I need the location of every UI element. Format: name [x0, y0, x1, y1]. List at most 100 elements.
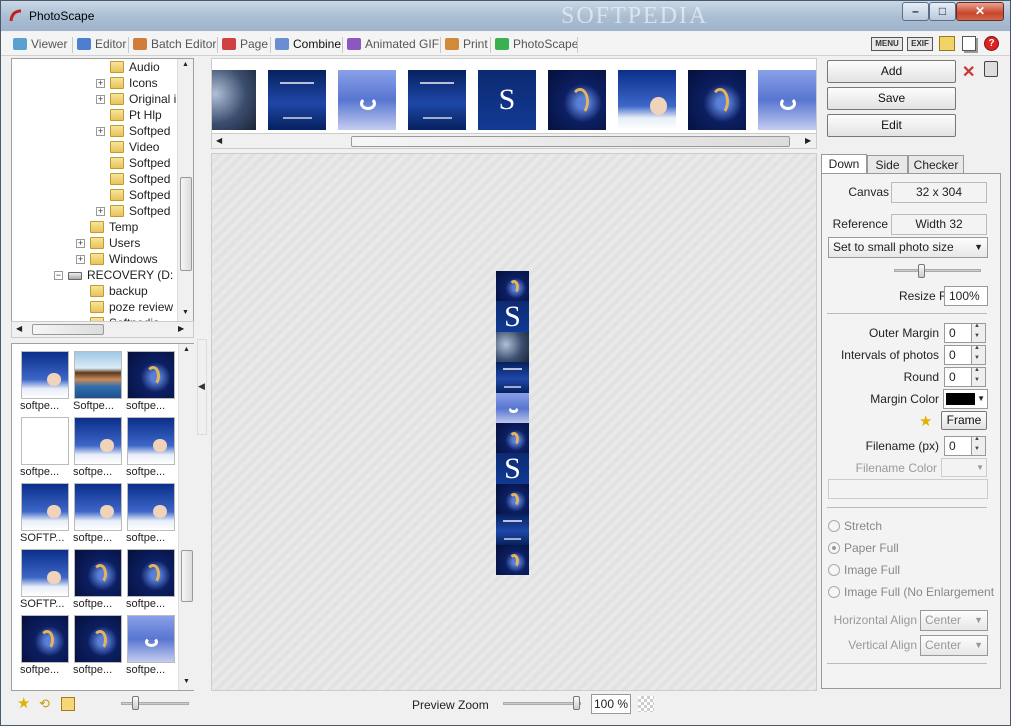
filename-input[interactable]: 0: [944, 436, 972, 456]
strip-photo[interactable]: S: [478, 70, 536, 130]
trash-icon[interactable]: [984, 61, 998, 77]
add-button[interactable]: Add: [827, 60, 956, 83]
preview-zoom-slider-track[interactable]: [503, 702, 581, 705]
tree-item[interactable]: Softped: [12, 171, 182, 187]
tab-batch-editor[interactable]: Batch Editor: [131, 35, 216, 55]
filename-color-picker[interactable]: ▼: [941, 458, 987, 477]
file-thumbnail[interactable]: [74, 351, 122, 399]
file-thumbnail[interactable]: [74, 417, 122, 465]
file-thumbnail[interactable]: [127, 549, 175, 597]
strip-photo[interactable]: [758, 70, 816, 130]
layout-radio[interactable]: [828, 564, 840, 576]
file-thumbnail[interactable]: [127, 483, 175, 531]
size-slider-knob[interactable]: [918, 264, 925, 278]
file-thumbnail[interactable]: [74, 615, 122, 663]
copy-windows-icon[interactable]: [962, 36, 976, 51]
intervals-stepper[interactable]: [971, 345, 986, 365]
filename-stepper[interactable]: [971, 436, 986, 456]
tree-item[interactable]: + Softped: [12, 203, 182, 219]
thumb-size-slider-knob[interactable]: [132, 696, 139, 710]
file-thumbnail[interactable]: [21, 483, 69, 531]
strip-photo[interactable]: [268, 70, 326, 130]
round-stepper[interactable]: [971, 367, 986, 387]
outer-margin-input[interactable]: 0: [944, 323, 972, 343]
file-thumbnail[interactable]: [74, 483, 122, 531]
tab-page[interactable]: Page: [220, 35, 268, 55]
combined-photos-strip[interactable]: S: [211, 58, 817, 136]
frame-button[interactable]: Frame: [941, 411, 987, 430]
menu-button[interactable]: MENU: [871, 37, 903, 51]
strip-photo[interactable]: [408, 70, 466, 130]
star-icon[interactable]: ★: [919, 412, 932, 430]
remove-x-icon[interactable]: ✕: [962, 62, 975, 82]
strip-photo[interactable]: [548, 70, 606, 130]
tree-item[interactable]: + Users: [12, 235, 182, 251]
layout-radio[interactable]: [828, 542, 840, 554]
tree-item[interactable]: − RECOVERY (D:: [12, 267, 182, 283]
layout-radio[interactable]: [828, 586, 840, 598]
tree-item[interactable]: Temp: [12, 219, 182, 235]
help-icon[interactable]: ?: [984, 36, 999, 51]
tab-editor[interactable]: Editor: [75, 35, 126, 55]
file-thumbnail[interactable]: [21, 549, 69, 597]
file-thumbnail[interactable]: [21, 615, 69, 663]
file-thumbnail-grid[interactable]: softpe... Softpe... softpe... softpe... soft…: [11, 343, 194, 691]
intervals-input[interactable]: 0: [944, 345, 972, 365]
files-scroll-thumb[interactable]: [181, 550, 193, 602]
expand-icon[interactable]: +: [76, 239, 85, 248]
resize-ratio-input[interactable]: 100%: [944, 286, 988, 306]
maximize-button[interactable]: □: [929, 2, 956, 21]
tree-horizontal-scrollbar[interactable]: ◀ ▶: [11, 321, 194, 338]
horizontal-align-select[interactable]: Center ▼: [920, 610, 988, 631]
outer-margin-stepper[interactable]: [971, 323, 986, 343]
checkerboard-icon[interactable]: [638, 696, 654, 712]
file-thumbnail[interactable]: [127, 351, 175, 399]
file-thumbnail[interactable]: [74, 549, 122, 597]
tab-combine[interactable]: Combine: [273, 35, 341, 55]
tree-item[interactable]: Softped: [12, 187, 182, 203]
tree-item[interactable]: + Icons: [12, 75, 182, 91]
strip-photo[interactable]: [618, 70, 676, 130]
file-thumbnail[interactable]: [21, 417, 69, 465]
file-thumbnail[interactable]: [127, 615, 175, 663]
tab-down[interactable]: Down: [821, 154, 867, 175]
expand-icon[interactable]: +: [96, 79, 105, 88]
expand-icon[interactable]: +: [96, 127, 105, 136]
edit-button[interactable]: Edit: [827, 114, 956, 137]
tab-checker[interactable]: Checker: [908, 155, 964, 175]
tree-item[interactable]: + Original i: [12, 91, 182, 107]
exif-button[interactable]: EXIF: [907, 37, 933, 51]
tree-item[interactable]: Video: [12, 139, 182, 155]
strip-photo[interactable]: [212, 70, 256, 130]
tab-viewer[interactable]: Viewer: [11, 35, 67, 55]
tree-hscroll-thumb[interactable]: [32, 324, 104, 335]
expand-icon[interactable]: +: [96, 207, 105, 216]
tree-item[interactable]: backup: [12, 283, 182, 299]
folder-icon[interactable]: [61, 697, 75, 711]
margin-color-picker[interactable]: ▼: [943, 389, 988, 409]
tab-print[interactable]: Print: [443, 35, 488, 55]
file-thumbnail[interactable]: [21, 351, 69, 399]
tab-photoscape[interactable]: PhotoScape: [493, 35, 578, 55]
tree-item[interactable]: + Softped: [12, 123, 182, 139]
file-thumbnail[interactable]: [127, 417, 175, 465]
size-select[interactable]: Set to small photo size ▼: [828, 237, 988, 258]
tab-animated-gif[interactable]: Animated GIF: [345, 35, 439, 55]
tree-item[interactable]: Audio: [12, 59, 182, 75]
filmstrip-icon[interactable]: [939, 36, 955, 51]
collapse-left-arrow-icon[interactable]: ◀: [198, 381, 205, 392]
expand-icon[interactable]: +: [76, 255, 85, 264]
refresh-icon[interactable]: ⟲: [39, 697, 53, 711]
folder-tree[interactable]: Audio + Icons + Original i Pt Hlp + Softped Vide…: [11, 58, 194, 322]
filename-text-field[interactable]: [828, 479, 988, 499]
strip-horizontal-scrollbar[interactable]: ◀ ▶: [211, 133, 817, 149]
tab-side[interactable]: Side: [867, 155, 908, 175]
tree-scroll-thumb[interactable]: [180, 177, 192, 271]
save-button[interactable]: Save: [827, 87, 956, 110]
preview-zoom-slider-knob[interactable]: [573, 696, 580, 710]
strip-scroll-thumb[interactable]: [351, 136, 790, 147]
expand-icon[interactable]: +: [96, 95, 105, 104]
size-slider-track[interactable]: [894, 269, 981, 272]
tree-item[interactable]: poze review: [12, 299, 182, 315]
minimize-button[interactable]: –: [902, 2, 929, 21]
